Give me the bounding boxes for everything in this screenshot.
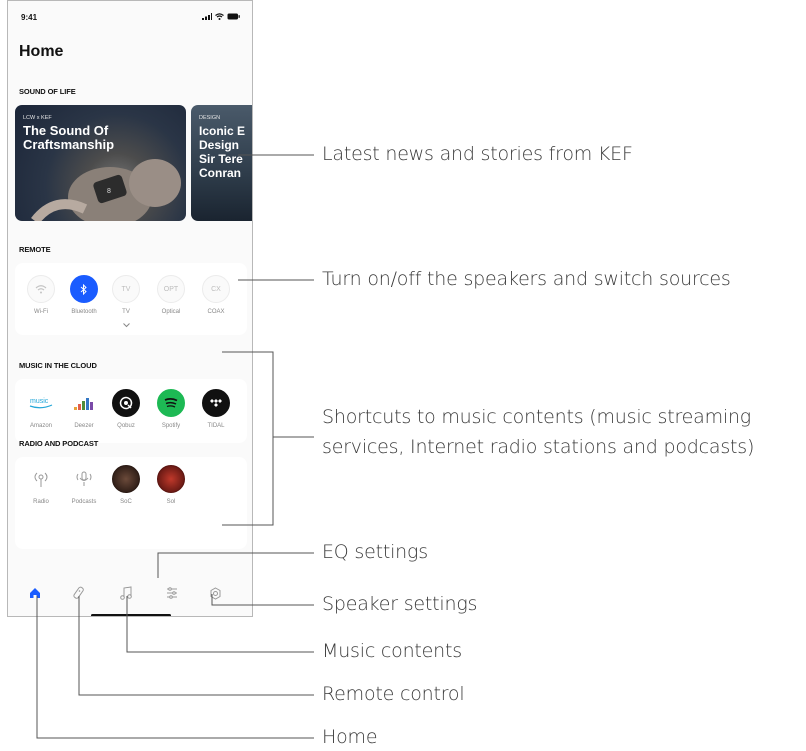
callout-shortcuts-line2: services, Internet radio stations and po… (322, 436, 755, 458)
callout-shortcuts-line1: Shortcuts to music contents (music strea… (322, 406, 752, 428)
callout-remote: Turn on/off the speakers and switch sour… (322, 268, 731, 290)
callout-music-contents: Music contents (322, 640, 462, 662)
callout-news: Latest news and stories from KEF (322, 143, 633, 165)
leader-music-contents (126, 596, 314, 653)
leader-eq (157, 552, 314, 578)
callout-speaker-settings: Speaker settings (322, 593, 478, 615)
leader-shortcuts-bracket (222, 351, 274, 526)
leader-remote-control (78, 596, 314, 696)
callout-eq: EQ settings (322, 541, 428, 563)
callout-home: Home (322, 726, 378, 748)
leader-speaker-settings (211, 594, 314, 606)
callout-remote-control: Remote control (322, 683, 465, 705)
callout-leaders (36, 154, 314, 739)
